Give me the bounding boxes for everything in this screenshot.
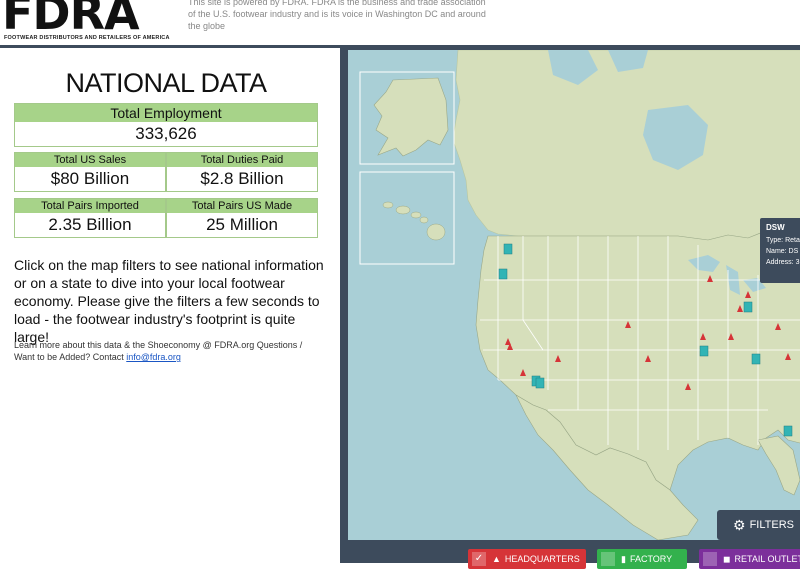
pairs-made-value: 25 Million xyxy=(206,215,278,234)
factory-filter[interactable]: ▮ FACTORY xyxy=(597,549,687,569)
retail-marker[interactable] xyxy=(743,301,753,313)
checkbox-icon xyxy=(601,552,615,566)
tooltip-address: Address: 3 xyxy=(766,259,800,266)
footwear-map[interactable] xyxy=(348,50,800,540)
total-employment-card: Total Employment 333,626 xyxy=(14,103,318,147)
factory-marker-icon: ▮ xyxy=(621,554,626,564)
total-sales-label: Total US Sales xyxy=(15,153,165,167)
map-instructions: Click on the map filters to see national… xyxy=(14,257,324,345)
canada-landmass[interactable] xyxy=(452,50,800,241)
gear-icon: ⚙ xyxy=(733,517,746,534)
total-duties-value: $2.8 Billion xyxy=(200,169,284,188)
pairs-imported-card: Total Pairs Imported 2.35 Billion xyxy=(14,198,166,238)
retail-marker[interactable] xyxy=(535,377,545,389)
site-header: FDRA FOOTWEAR DISTRIBUTORS AND RETAILERS… xyxy=(0,0,800,45)
retail-marker[interactable] xyxy=(498,268,508,280)
pairs-imported-value: 2.35 Billion xyxy=(48,215,132,234)
checkmark-icon: ✓ xyxy=(472,552,486,566)
total-duties-card: Total Duties Paid $2.8 Billion xyxy=(166,152,318,192)
filters-label: FILTERS xyxy=(749,519,794,532)
retail-marker[interactable] xyxy=(783,425,793,437)
retail-marker[interactable] xyxy=(503,243,513,255)
pairs-imported-label: Total Pairs Imported xyxy=(15,199,165,213)
pairs-made-card: Total Pairs US Made 25 Million xyxy=(166,198,318,238)
learn-more-text: Learn more about this data & the Shoecon… xyxy=(14,339,324,363)
map-frame xyxy=(340,48,800,563)
total-employment-value: 333,626 xyxy=(135,124,197,143)
national-data-panel: NATIONAL DATA Total Employment 333,626 T… xyxy=(0,48,340,563)
retail-marker[interactable] xyxy=(699,345,709,357)
retail-marker[interactable] xyxy=(751,353,761,365)
total-duties-label: Total Duties Paid xyxy=(167,153,317,167)
headquarters-marker-icon: ▲ xyxy=(492,554,501,564)
total-sales-value: $80 Billion xyxy=(50,169,130,188)
hawaii-inset[interactable] xyxy=(359,171,455,265)
total-employment-label: Total Employment xyxy=(15,104,317,122)
tooltip-title: DSW xyxy=(766,223,785,232)
national-data-title: NATIONAL DATA xyxy=(65,68,267,98)
checkbox-icon xyxy=(703,552,717,566)
tooltip-name: Name: DS xyxy=(766,248,799,255)
header-description: This site is powered by FDRA. FDRA is th… xyxy=(188,0,486,31)
fdra-logo[interactable]: FDRA xyxy=(2,0,140,40)
logo-tagline: FOOTWEAR DISTRIBUTORS AND RETAILERS OF A… xyxy=(4,35,170,41)
tooltip-type: Type: Reta xyxy=(766,237,800,244)
total-sales-card: Total US Sales $80 Billion xyxy=(14,152,166,192)
retail-bag-icon: ◼ xyxy=(723,554,731,564)
pairs-made-label: Total Pairs US Made xyxy=(167,199,317,213)
headquarters-filter[interactable]: ✓ ▲ HEADQUARTERS xyxy=(468,549,586,569)
store-tooltip: DSW Type: Reta Name: DS Address: 3 xyxy=(760,218,800,283)
filters-button[interactable]: ⚙FILTERS⌄ xyxy=(717,510,800,561)
retail-filter[interactable]: ◼ RETAIL OUTLET xyxy=(699,549,800,569)
contact-email-link[interactable]: info@fdra.org xyxy=(126,352,181,362)
